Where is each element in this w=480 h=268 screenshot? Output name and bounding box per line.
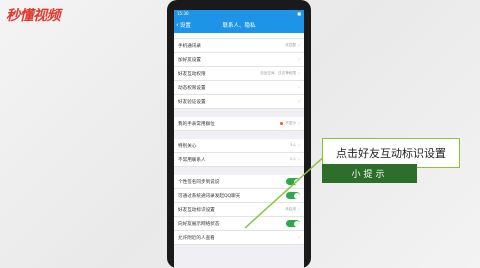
- tip-box: 小提示: [322, 164, 417, 183]
- callout-line: [244, 152, 329, 229]
